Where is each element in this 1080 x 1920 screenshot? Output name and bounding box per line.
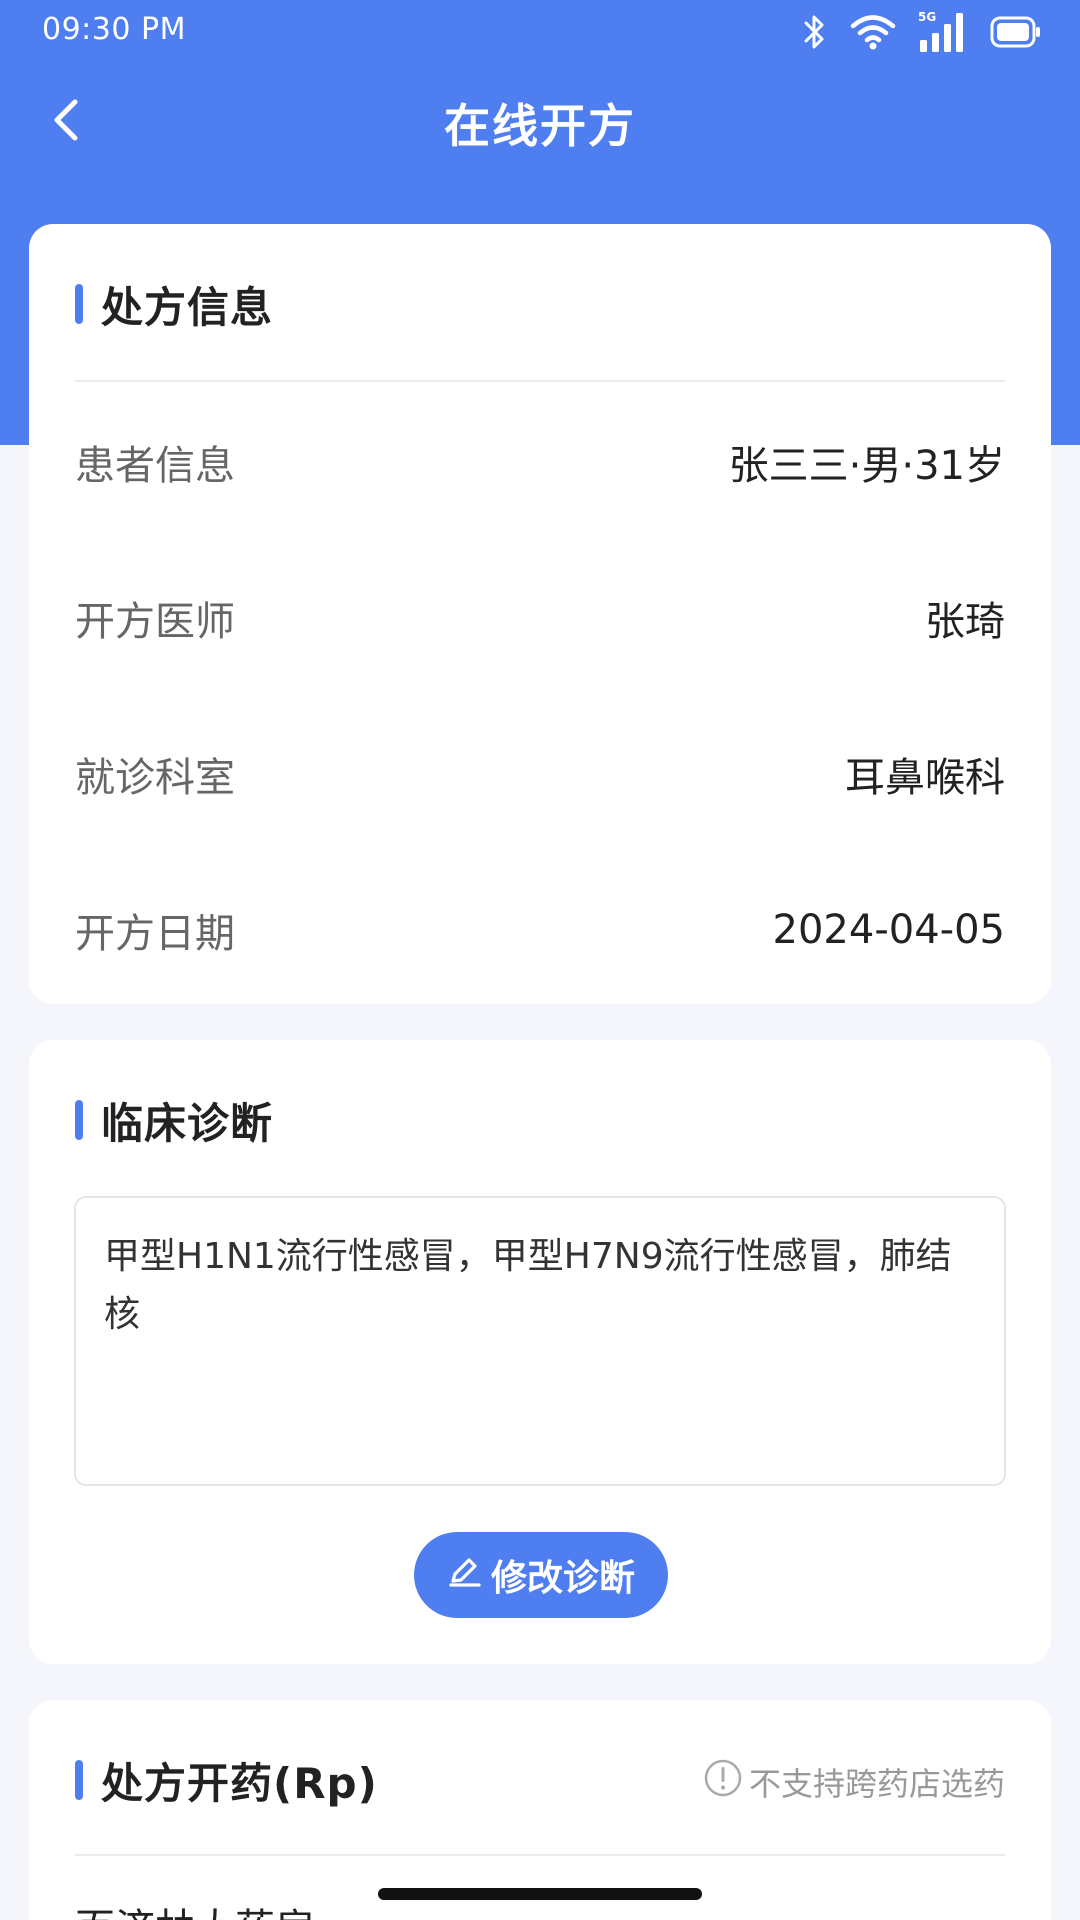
notice-text: 不支持跨药店选药	[748, 1765, 1005, 1803]
section-header: 临床诊断	[75, 1090, 1005, 1150]
info-value: 耳鼻喉科	[845, 755, 1005, 801]
nav-bar: 在线开方	[0, 70, 1080, 170]
status-bar: 09:30 PM 5G	[0, 0, 1080, 62]
edit-icon	[447, 1553, 483, 1598]
info-row-patient: 患者信息 张三三·男·31岁	[75, 422, 1005, 502]
section-accent-bar	[75, 1760, 83, 1800]
info-label: 患者信息	[75, 443, 235, 489]
home-indicator[interactable]	[378, 1888, 702, 1900]
section-header: 处方开药(Rp)	[75, 1750, 378, 1810]
info-value: 张琦	[925, 599, 1005, 645]
edit-diagnosis-button[interactable]: 修改诊断	[414, 1532, 668, 1618]
edit-diagnosis-label: 修改诊断	[490, 1558, 635, 1599]
diagnosis-card: 临床诊断 甲型H1N1流行性感冒，甲型H7N9流行性感冒，肺结核 修改诊断	[29, 1040, 1051, 1664]
status-time: 09:30 PM	[42, 12, 186, 47]
info-row-doctor: 开方医师 张琦	[75, 578, 1005, 658]
battery-icon	[990, 15, 1042, 49]
diagnosis-text-box[interactable]: 甲型H1N1流行性感冒，甲型H7N9流行性感冒，肺结核	[74, 1196, 1006, 1486]
info-label: 开方日期	[75, 911, 235, 957]
section-accent-bar	[75, 1100, 83, 1140]
info-row-date: 开方日期 2024-04-05	[75, 890, 1005, 970]
section-title-diagnosis: 临床诊断	[101, 1098, 274, 1148]
bluetooth-icon	[802, 12, 828, 52]
medication-card: 处方开药(Rp) 不支持跨药店选药 百济林大药房	[29, 1700, 1051, 1920]
network-type-label: 5G	[918, 10, 937, 24]
pharmacy-name[interactable]: 百济林大药房	[75, 1896, 315, 1920]
page-title: 在线开方	[444, 99, 636, 153]
section-accent-bar	[75, 284, 83, 324]
info-label: 开方医师	[75, 599, 235, 645]
wifi-icon	[850, 13, 896, 51]
info-row-department: 就诊科室 耳鼻喉科	[75, 734, 1005, 814]
section-header: 处方信息	[75, 274, 1005, 334]
status-icons: 5G	[802, 10, 1042, 54]
prescription-info-card: 处方信息 患者信息 张三三·男·31岁 开方医师 张琦 就诊科室 耳鼻喉科 开方…	[29, 224, 1051, 1004]
info-label: 就诊科室	[75, 755, 235, 801]
info-circle-icon	[703, 1758, 743, 1806]
info-value: 2024-04-05	[772, 907, 1005, 953]
divider	[75, 380, 1005, 382]
signal-icon: 5G	[918, 10, 968, 54]
divider	[75, 1854, 1005, 1856]
info-value: 张三三·男·31岁	[728, 443, 1005, 489]
section-title-prescription-info: 处方信息	[101, 282, 274, 332]
cross-pharmacy-notice: 不支持跨药店选药	[703, 1759, 1005, 1803]
section-title-medication: 处方开药(Rp)	[101, 1758, 378, 1808]
